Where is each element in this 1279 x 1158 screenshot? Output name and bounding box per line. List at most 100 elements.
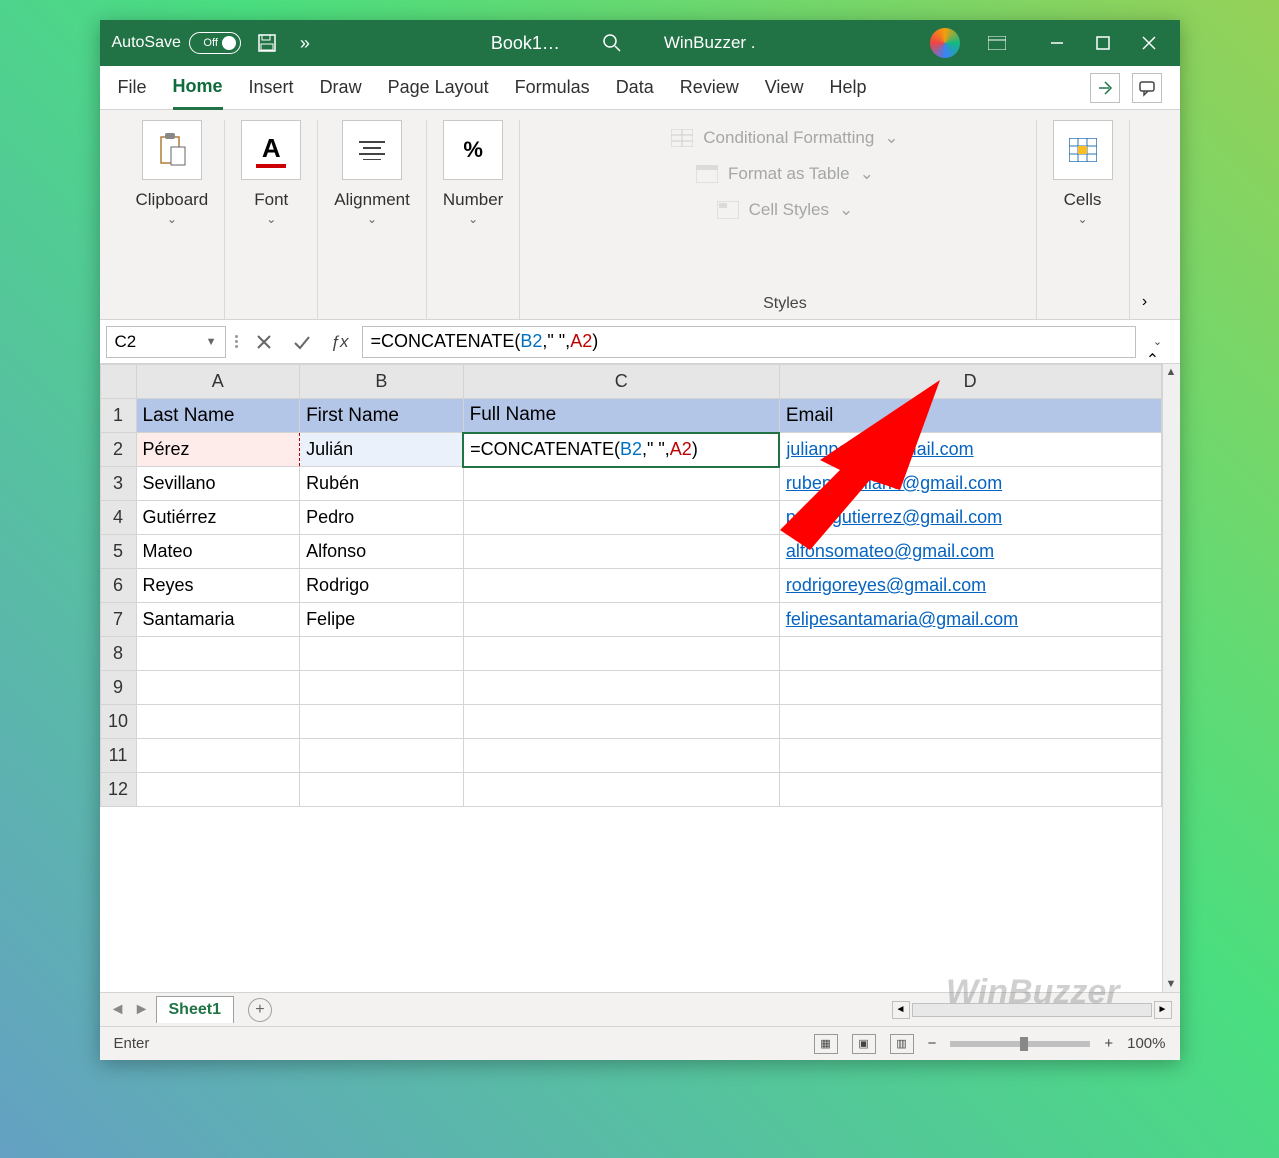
cell[interactable]: Julián [300, 433, 464, 467]
zoom-out-icon[interactable]: − [928, 1035, 937, 1052]
sheet-nav-next-icon[interactable]: ► [132, 1001, 152, 1019]
tab-help[interactable]: Help [829, 67, 866, 108]
col-header-c[interactable]: C [463, 365, 779, 399]
cell[interactable]: Last Name [136, 399, 300, 433]
chevron-down-icon[interactable]: ⌄ [1077, 212, 1087, 226]
chevron-down-icon[interactable]: ⌄ [167, 212, 177, 226]
add-sheet-button[interactable]: + [248, 998, 272, 1022]
select-all-corner[interactable] [100, 365, 136, 399]
drag-handle-icon[interactable] [232, 335, 242, 348]
zoom-in-icon[interactable]: + [1104, 1035, 1113, 1052]
tab-insert[interactable]: Insert [249, 67, 294, 108]
cells-label: Cells [1064, 190, 1102, 210]
table-row: 10 [100, 705, 1161, 739]
formula-input[interactable]: =CONCATENATE(B2," ",A2) [362, 326, 1136, 358]
autosave-state: Off [203, 37, 217, 49]
sheet-tab[interactable]: Sheet1 [156, 996, 234, 1023]
enter-formula-button[interactable] [286, 326, 318, 358]
normal-view-icon[interactable]: ▦ [814, 1034, 838, 1054]
styles-label: Styles [763, 295, 807, 313]
chevron-down-icon[interactable]: ⌄ [468, 212, 478, 226]
more-icon[interactable]: » [293, 31, 317, 55]
scroll-right-icon[interactable]: ► [1154, 1001, 1172, 1019]
chevron-down-icon[interactable]: ⌄ [266, 212, 276, 226]
page-layout-view-icon[interactable]: ▣ [852, 1034, 876, 1054]
table-row: 11 [100, 739, 1161, 773]
comments-icon[interactable] [1132, 73, 1162, 103]
table-row: 1 Last Name First Name Full Name Email [100, 399, 1161, 433]
group-cells: Cells ⌄ [1037, 120, 1130, 319]
table-row: 5MateoAlfonsoalfonsomateo@gmail.com [100, 535, 1161, 569]
table-row: 4GutiérrezPedropedrogutierrez@gmail.com [100, 501, 1161, 535]
minimize-button[interactable] [1034, 20, 1080, 66]
row-header[interactable]: 2 [100, 433, 136, 467]
vertical-scrollbar[interactable]: ▲ ▼ [1162, 364, 1180, 992]
tab-draw[interactable]: Draw [320, 67, 362, 108]
zoom-level: 100% [1127, 1035, 1165, 1052]
cell[interactable]: Email [779, 399, 1161, 433]
chevron-down-icon[interactable]: ⌄ [367, 212, 377, 226]
close-button[interactable] [1126, 20, 1172, 66]
toggle-switch[interactable]: Off [189, 32, 241, 54]
user-avatar[interactable] [930, 28, 960, 58]
ribbon-scroll-icon[interactable]: › [1130, 120, 1160, 319]
col-header-d[interactable]: D [779, 365, 1161, 399]
font-label: Font [254, 190, 288, 210]
tab-home[interactable]: Home [173, 66, 223, 110]
chevron-down-icon[interactable]: ▼ [206, 336, 217, 348]
search-icon[interactable] [600, 31, 624, 55]
tab-data[interactable]: Data [616, 67, 654, 108]
font-button[interactable]: A [241, 120, 301, 180]
cancel-formula-button[interactable] [248, 326, 280, 358]
document-title: Book1… [491, 33, 560, 54]
cell[interactable]: julianperez@gmail.com [779, 433, 1161, 467]
scroll-left-icon[interactable]: ◄ [892, 1001, 910, 1019]
toggle-knob [222, 36, 236, 50]
sheet-table[interactable]: A B C D 1 Last Name First Name Full Name… [100, 364, 1162, 807]
number-label: Number [443, 190, 503, 210]
table-row: 7SantamariaFelipefelipesantamaria@gmail.… [100, 603, 1161, 637]
watermark: WinBuzzer [946, 973, 1119, 1012]
scroll-down-icon[interactable]: ▼ [1166, 976, 1177, 992]
ribbon-display-icon[interactable] [974, 20, 1020, 66]
formula-bar: C2 ▼ ƒx =CONCATENATE(B2," ",A2) ⌄ [100, 320, 1180, 364]
share-icon[interactable] [1090, 73, 1120, 103]
scroll-up-icon[interactable]: ▲ [1166, 364, 1177, 380]
table-row: 8 [100, 637, 1161, 671]
cell-mode: Enter [114, 1035, 150, 1052]
cell-styles-button[interactable]: Cell Styles⌄ [717, 192, 854, 228]
name-box[interactable]: C2 ▼ [106, 326, 226, 358]
tab-file[interactable]: File [118, 67, 147, 108]
group-alignment: Alignment ⌄ [318, 120, 427, 319]
conditional-formatting-button[interactable]: Conditional Formatting⌄ [671, 120, 898, 156]
tab-formulas[interactable]: Formulas [515, 67, 590, 108]
row-header[interactable]: 1 [100, 399, 136, 433]
tab-page-layout[interactable]: Page Layout [388, 67, 489, 108]
group-number: % Number ⌄ [427, 120, 520, 319]
zoom-slider[interactable] [950, 1041, 1090, 1047]
autosave-label: AutoSave [112, 34, 181, 52]
cell[interactable]: First Name [300, 399, 464, 433]
tab-review[interactable]: Review [680, 67, 739, 108]
excel-window: AutoSave Off » Book1… WinBuzzer . [100, 20, 1180, 1060]
cell[interactable]: Full Name [463, 399, 779, 433]
cells-button[interactable] [1053, 120, 1113, 180]
table-row: 6ReyesRodrigorodrigoreyes@gmail.com [100, 569, 1161, 603]
tab-view[interactable]: View [765, 67, 804, 108]
format-as-table-button[interactable]: Format as Table⌄ [696, 156, 874, 192]
sheet-nav-prev-icon[interactable]: ◄ [108, 1001, 128, 1019]
number-button[interactable]: % [443, 120, 503, 180]
table-row: 3SevillanoRubénrubensevillano@gmail.com [100, 467, 1161, 501]
page-break-view-icon[interactable]: ▥ [890, 1034, 914, 1054]
col-header-b[interactable]: B [300, 365, 464, 399]
autosave-toggle[interactable]: AutoSave Off [112, 32, 241, 54]
insert-function-button[interactable]: ƒx [324, 326, 356, 358]
alignment-button[interactable] [342, 120, 402, 180]
maximize-button[interactable] [1080, 20, 1126, 66]
active-cell[interactable]: =CONCATENATE(B2," ",A2) [463, 433, 779, 467]
paste-button[interactable] [142, 120, 202, 180]
col-header-a[interactable]: A [136, 365, 300, 399]
table-row: 2 Pérez Julián =CONCATENATE(B2," ",A2) j… [100, 433, 1161, 467]
cell[interactable]: Pérez [136, 433, 300, 467]
save-icon[interactable] [255, 31, 279, 55]
